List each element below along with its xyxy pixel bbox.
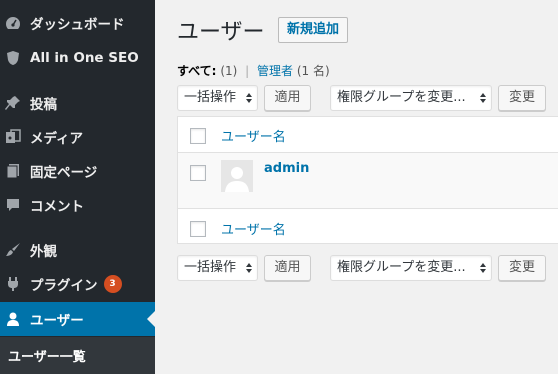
filter-all-count: (1): [220, 64, 238, 78]
page-title: ユーザー: [177, 20, 265, 45]
change-role-button-bottom[interactable]: 変更: [498, 255, 546, 281]
shield-icon: [5, 50, 21, 66]
sidebar-item-label: コメント: [30, 199, 84, 215]
sidebar-item-appearance[interactable]: 外観: [0, 233, 155, 267]
comment-icon: [5, 197, 21, 213]
sidebar-item-pages[interactable]: 固定ページ: [0, 154, 155, 188]
bulk-action-value: 一括操作: [184, 260, 237, 275]
apply-button-top[interactable]: 適用: [264, 85, 311, 111]
filter-administrator-count: (1 名): [296, 64, 330, 78]
table-footer-row: ユーザー名: [178, 209, 558, 245]
default-avatar-icon: [221, 160, 253, 192]
dashboard-icon: [5, 15, 21, 31]
role-filter-links: すべて: (1) | 管理者 (1 名): [177, 62, 330, 79]
apply-button-bottom[interactable]: 適用: [264, 255, 311, 281]
table-header-row: ユーザー名: [178, 117, 558, 153]
table-row: admin: [178, 153, 558, 209]
filter-separator: |: [245, 64, 250, 78]
plugin-icon: [5, 276, 21, 292]
filter-administrator-link[interactable]: 管理者: [257, 64, 293, 78]
pin-icon: [5, 95, 21, 111]
select-arrows-icon: [246, 93, 252, 103]
sidebar-item-posts[interactable]: 投稿: [0, 86, 155, 120]
brush-icon: [5, 242, 21, 258]
user-icon: [5, 311, 21, 327]
sidebar-item-users[interactable]: ユーザー: [0, 302, 155, 336]
page-icon: [5, 163, 21, 179]
sidebar-item-media[interactable]: メディア: [0, 120, 155, 154]
select-arrows-icon: [480, 263, 486, 273]
update-count-badge: 3: [103, 275, 122, 293]
sidebar-item-plugins[interactable]: プラグイン 3: [0, 267, 155, 301]
users-submenu: ユーザー一覧: [0, 337, 155, 374]
media-icon: [5, 129, 21, 145]
sidebar-item-label: メディア: [30, 131, 84, 147]
add-new-user-button[interactable]: 新規追加: [278, 17, 349, 43]
sidebar-item-label: 投稿: [30, 97, 57, 113]
bulk-action-select-bottom[interactable]: 一括操作: [177, 255, 258, 281]
username-link[interactable]: admin: [264, 161, 309, 176]
filter-all-label[interactable]: すべて:: [177, 64, 216, 78]
change-role-select-bottom[interactable]: 権限グループを変更...: [330, 255, 492, 281]
submenu-item-all-users[interactable]: ユーザー一覧: [8, 346, 86, 365]
change-role-value: 権限グループを変更...: [337, 260, 466, 275]
sidebar-item-label: ダッシュボード: [30, 17, 125, 33]
column-header-username[interactable]: ユーザー名: [221, 126, 286, 145]
sidebar-item-dashboard[interactable]: ダッシュボード: [0, 6, 155, 40]
sidebar-item-label: プラグイン: [30, 278, 98, 294]
bulk-action-select-top[interactable]: 一括操作: [177, 85, 258, 111]
change-role-value: 権限グループを変更...: [337, 90, 466, 105]
sidebar-item-comments[interactable]: コメント: [0, 188, 155, 222]
select-all-checkbox-footer[interactable]: [190, 221, 206, 237]
select-all-checkbox[interactable]: [190, 128, 206, 144]
select-arrows-icon: [246, 263, 252, 273]
avatar: [221, 160, 253, 192]
sidebar-item-label: ユーザー: [30, 313, 84, 329]
sidebar-item-label: 外観: [30, 244, 57, 260]
row-checkbox[interactable]: [190, 165, 206, 181]
select-arrows-icon: [480, 93, 486, 103]
bulk-action-value: 一括操作: [184, 90, 237, 105]
change-role-select-top[interactable]: 権限グループを変更...: [330, 85, 492, 111]
sidebar-item-label: All in One SEO: [30, 50, 139, 66]
sidebar-item-label: 固定ページ: [30, 165, 98, 181]
users-table: ユーザー名 admin ユーザー名: [177, 116, 558, 244]
admin-sidebar: ダッシュボード All in One SEO 投稿 メディア 固定ページ コメン…: [0, 0, 155, 374]
sidebar-item-seo[interactable]: All in One SEO: [0, 41, 155, 75]
change-role-button-top[interactable]: 変更: [498, 85, 546, 111]
column-footer-username[interactable]: ユーザー名: [221, 219, 286, 238]
